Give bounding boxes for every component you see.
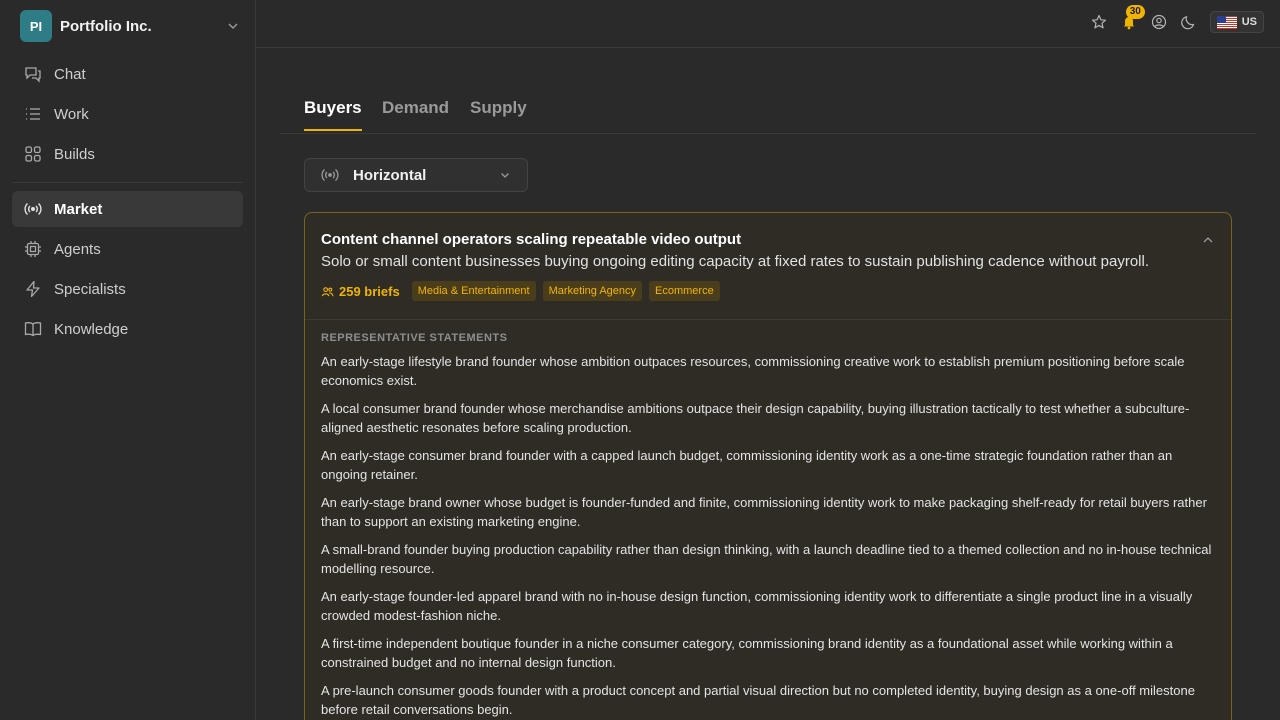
list-icon	[26, 108, 40, 120]
segment-select-value: Horizontal	[353, 166, 427, 184]
chat-icon	[25, 67, 41, 83]
card-body: REPRESENTATIVE STATEMENTS An early-stage…	[305, 320, 1231, 719]
chevron-down-icon	[228, 23, 238, 29]
briefs-label: 259 briefs	[339, 283, 400, 299]
sidebar-item-label: Work	[54, 105, 89, 123]
section-label: REPRESENTATIVE STATEMENTS	[321, 332, 508, 344]
briefs-count: 259 briefs	[321, 284, 400, 299]
buyer-segment-card: Content channel operators scaling repeat…	[304, 212, 1232, 720]
locale-selector[interactable]: US	[1209, 11, 1264, 33]
sidebar-item-builds[interactable]: Builds	[12, 136, 243, 172]
theme-toggle[interactable]	[1180, 13, 1198, 31]
statement-item: An early-stage brand owner whose budget …	[321, 495, 1207, 529]
moon-icon	[1180, 15, 1195, 30]
sidebar-item-specialists[interactable]: Specialists	[12, 271, 243, 307]
card-subtitle: Solo or small content businesses buying …	[321, 253, 1149, 270]
nav-divider	[12, 182, 243, 183]
tab-supply[interactable]: Supply	[470, 98, 527, 129]
topbar: 30 US	[256, 0, 1280, 48]
favorite-button[interactable]	[1090, 13, 1108, 31]
sidebar-item-agents[interactable]: Agents	[12, 231, 243, 267]
signal-icon	[321, 169, 339, 181]
statement-item: A pre-launch consumer goods founder with…	[321, 683, 1195, 717]
sidebar-item-label: Builds	[54, 145, 95, 163]
org-avatar: PI	[20, 10, 52, 42]
org-switcher[interactable]: PI Portfolio Inc.	[20, 10, 240, 42]
sidebar-item-knowledge[interactable]: Knowledge	[12, 311, 243, 347]
card-header[interactable]: Content channel operators scaling repeat…	[305, 213, 1231, 320]
book-icon	[24, 322, 42, 337]
account-button[interactable]	[1150, 13, 1168, 31]
org-name: Portfolio Inc.	[60, 17, 152, 35]
nav-primary: Chat Work Builds	[12, 56, 243, 176]
chip-icon	[25, 241, 41, 257]
notification-count-badge: 30	[1125, 5, 1145, 19]
statement-item: A small-brand founder buying production …	[321, 542, 1212, 576]
tab-bar: Buyers Demand Supply	[280, 90, 1256, 134]
sidebar-item-work[interactable]: Work	[12, 96, 243, 132]
statement-item: An early-stage founder-led apparel brand…	[321, 589, 1193, 623]
card-title: Content channel operators scaling repeat…	[321, 231, 742, 248]
statement-item: An early-stage consumer brand founder wi…	[321, 448, 1173, 482]
chevron-down-icon	[501, 173, 509, 178]
sidebar-item-market[interactable]: Market	[12, 191, 243, 227]
grid-icon	[25, 146, 41, 162]
tab-demand[interactable]: Demand	[382, 98, 449, 129]
sidebar-item-label: Specialists	[54, 280, 126, 298]
sidebar-item-chat[interactable]: Chat	[12, 56, 243, 92]
sidebar-item-label: Agents	[54, 240, 101, 258]
star-icon	[1091, 14, 1106, 29]
sidebar-item-label: Market	[54, 200, 103, 218]
industry-tag: Ecommerce	[649, 281, 720, 301]
user-circle-icon	[1151, 14, 1166, 30]
us-flag-icon	[1216, 15, 1237, 29]
statement-item: A local consumer brand founder whose mer…	[321, 401, 1190, 435]
industry-tag: Marketing Agency	[542, 281, 643, 301]
tab-buyers[interactable]: Buyers	[304, 98, 362, 131]
statement-item: A first-time independent boutique founde…	[321, 636, 1173, 670]
nav-secondary: Market Agents Specialists Knowledge	[12, 191, 243, 351]
people-icon	[321, 286, 334, 296]
statement-item: An early-stage lifestyle brand founder w…	[321, 354, 1185, 388]
industry-tag: Media & Entertainment	[411, 281, 536, 301]
sidebar: PI Portfolio Inc. Chat Work Builds Marke…	[0, 0, 256, 720]
chevron-up-icon[interactable]	[1201, 233, 1215, 247]
sidebar-item-label: Knowledge	[54, 320, 129, 338]
locale-label: US	[1241, 16, 1257, 28]
segment-select[interactable]: Horizontal	[304, 158, 528, 192]
notifications-button[interactable]: 30	[1120, 5, 1145, 31]
sidebar-item-label: Chat	[54, 65, 86, 83]
bolt-icon	[26, 280, 40, 298]
signal-icon	[24, 202, 42, 216]
